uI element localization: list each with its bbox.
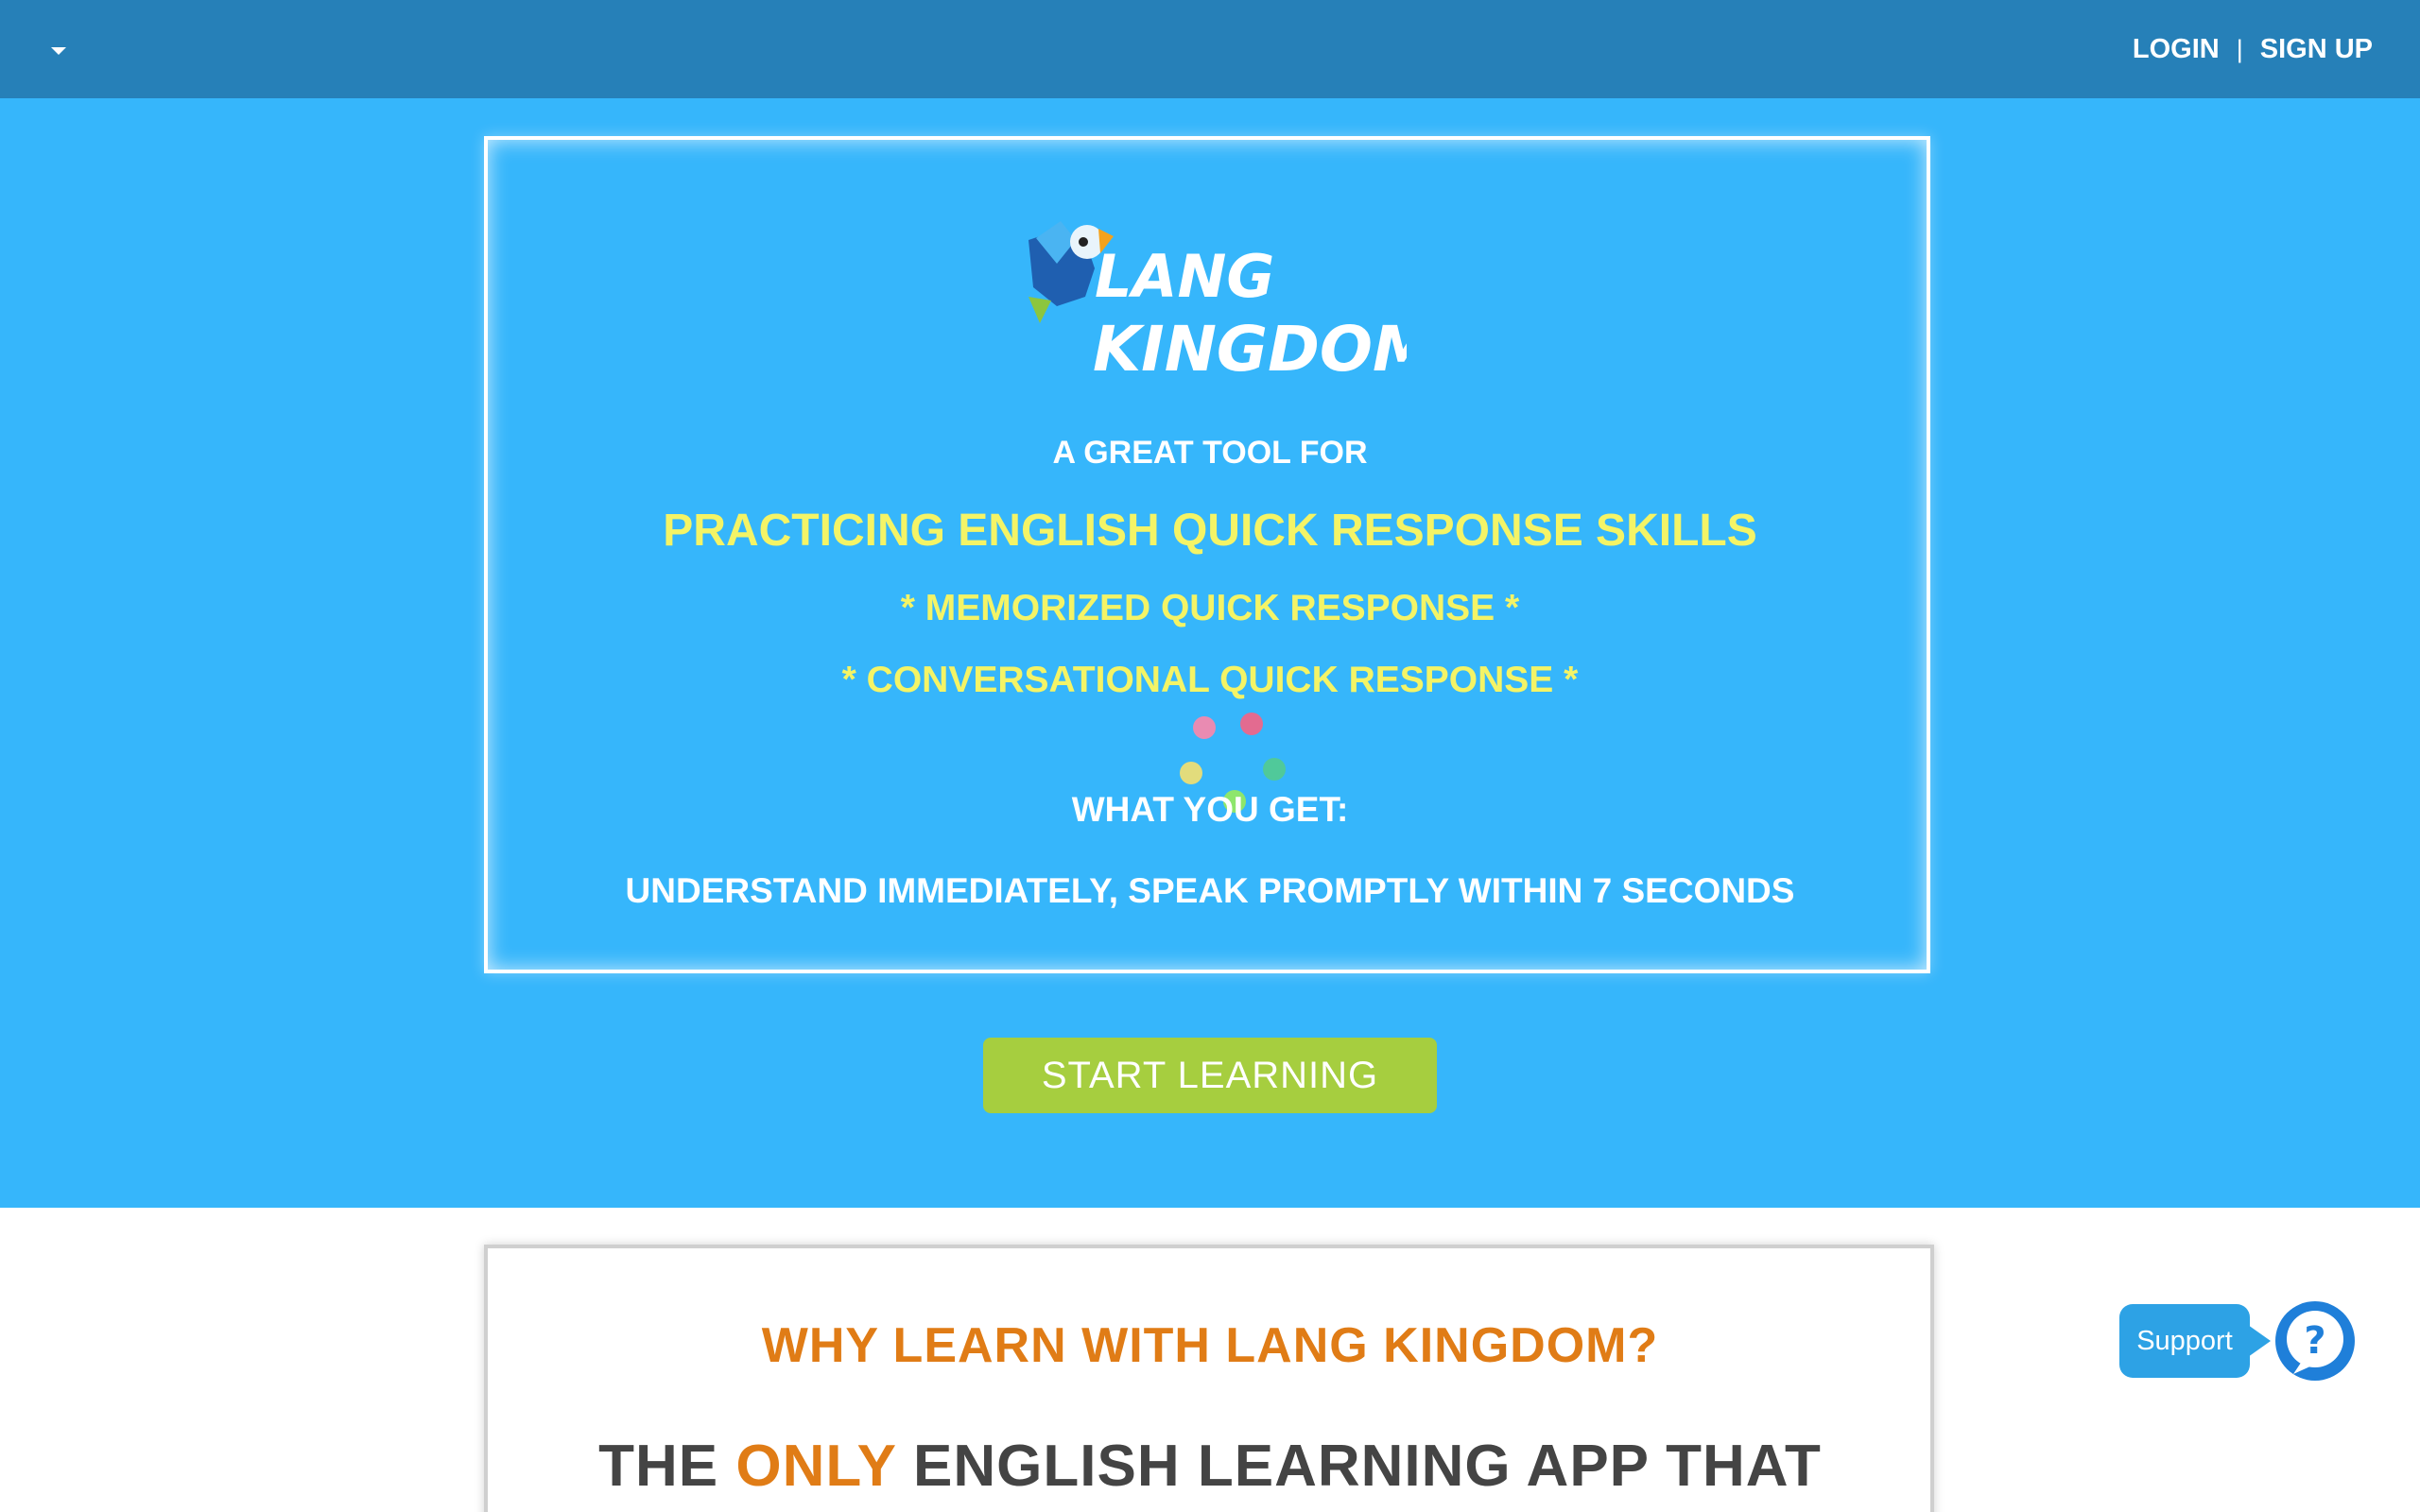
- logo-word-kingdom: KINGDOM: [1093, 313, 1407, 382]
- benefit-text: UNDERSTAND IMMEDIATELY, SPEAK PROMPTLY W…: [625, 871, 1795, 910]
- support-button[interactable]: Support: [2119, 1304, 2271, 1378]
- auth-links: LOGIN | SIGN UP: [2133, 30, 2373, 68]
- spinner-dot: [1180, 762, 1202, 784]
- login-link[interactable]: LOGIN: [2133, 34, 2220, 65]
- benefit-heading: WHAT YOU GET:: [1071, 790, 1349, 829]
- headline-accent: ONLY: [735, 1434, 896, 1499]
- parrot-logo-icon: LANG KINGDOM: [1028, 221, 1407, 382]
- only-app-headline: THE ONLY ENGLISH LEARNING APP THAT: [0, 1433, 2420, 1500]
- spinner-dot: [1193, 716, 1216, 739]
- top-navbar: LOGIN | SIGN UP: [0, 0, 2420, 98]
- spinner-dot: [1263, 758, 1286, 781]
- svg-text:?: ?: [2304, 1319, 2325, 1363]
- spinner-dot: [1240, 713, 1263, 735]
- tagline-intro: A GREAT TOOL FOR: [1052, 435, 1368, 471]
- tagline-main: PRACTICING ENGLISH QUICK RESPONSE SKILLS: [663, 506, 1757, 556]
- why-title: WHY LEARN WITH LANG KINGDOM?: [761, 1318, 1659, 1373]
- logo-word-lang: LANG: [1095, 242, 1274, 311]
- feature-memorized: * MEMORIZED QUICK RESPONSE *: [900, 588, 1520, 628]
- headline-pre: THE: [598, 1434, 719, 1499]
- feature-conversational: * CONVERSATIONAL QUICK RESPONSE *: [841, 660, 1579, 700]
- auth-separator: |: [2236, 34, 2243, 63]
- signup-link[interactable]: SIGN UP: [2260, 34, 2373, 65]
- start-learning-button[interactable]: START LEARNING: [983, 1038, 1437, 1113]
- headline-post: ENGLISH LEARNING APP THAT: [913, 1434, 1822, 1499]
- question-chat-icon[interactable]: ?: [2273, 1298, 2358, 1383]
- caret-down-icon[interactable]: [51, 47, 66, 55]
- hero-section: LANG KINGDOM A GREAT TOOL FOR PRACTICING…: [0, 98, 2420, 1208]
